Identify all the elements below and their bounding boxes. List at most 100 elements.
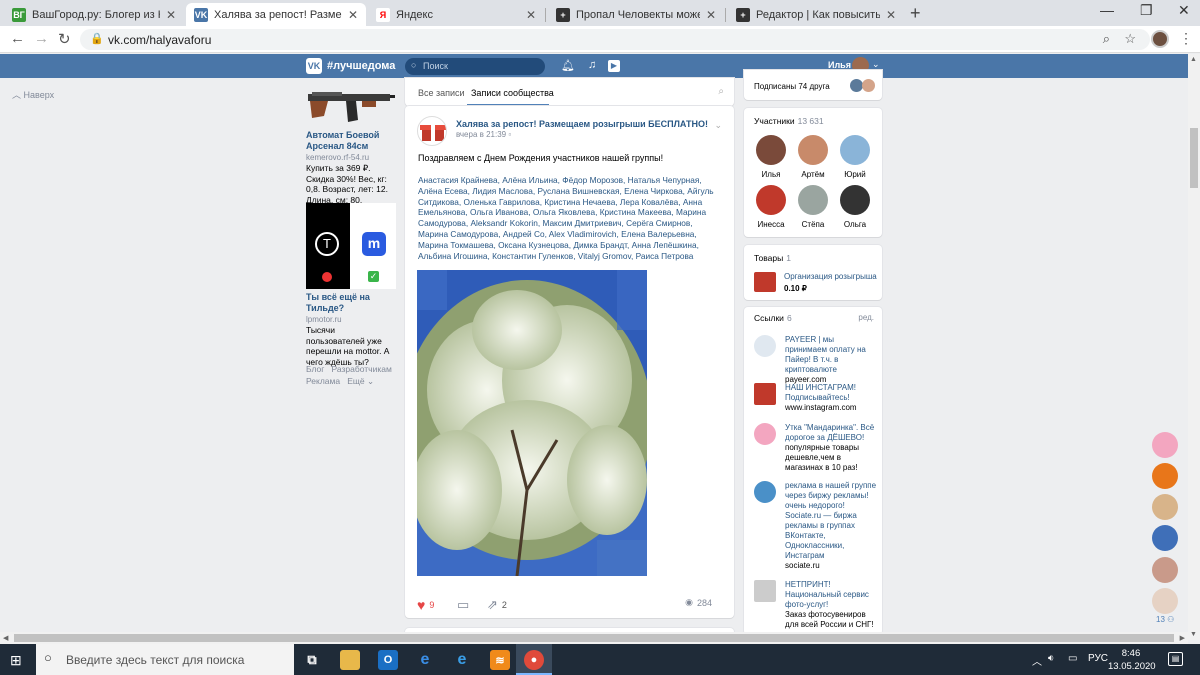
friends-subscribed-block[interactable]: Подписаны 74 друга (744, 70, 882, 100)
member-artem[interactable]: Артём (793, 135, 833, 179)
community-avatar[interactable] (417, 116, 447, 146)
browser-tab-redaktor[interactable]: + Редактор | Как повысить рейтин ✕ (728, 3, 904, 26)
file-explorer-icon[interactable] (340, 650, 360, 670)
network-icon[interactable]: ▭ (1068, 653, 1077, 664)
lock-icon[interactable]: 🔒 (90, 32, 104, 45)
rail-more[interactable]: 13 ⚇ (1156, 615, 1174, 624)
play-icon[interactable]: ▶ (608, 60, 620, 72)
like-button[interactable]: ♥ 9 (417, 597, 434, 613)
rail-contact-avatar[interactable] (1152, 557, 1178, 583)
browser-tab-vk-active[interactable]: VK Халява за репост! Размещаем р ✕ (186, 3, 366, 26)
links-header[interactable]: Ссылки 6 (754, 313, 792, 323)
birthday-names-list[interactable]: Анастасия Крайнева, Алёна Ильина, Фёдор … (418, 175, 723, 261)
footer-link-blog[interactable]: Блог (306, 364, 324, 374)
bookmark-star-icon[interactable]: ☆ (1124, 31, 1136, 47)
edge-icon[interactable]: e (415, 650, 435, 670)
taskbar-clock[interactable]: 8:46 13.05.2020 (1108, 647, 1156, 673)
scrollbar-thumb[interactable] (14, 634, 1174, 642)
music-note-icon[interactable]: ♫ (588, 59, 596, 71)
ad-title[interactable]: Ты всё ещё на Тильде? (306, 292, 396, 314)
ad-block-tilda[interactable]: T m ✓ Ты всё ещё на Тильде? lpmotor.ru Т… (306, 203, 396, 367)
close-tab-icon[interactable]: ✕ (526, 8, 536, 22)
new-tab-icon[interactable]: + (910, 3, 921, 24)
forward-arrow-icon[interactable]: → (34, 30, 49, 47)
tab-community-posts[interactable]: Записи сообщества (471, 88, 554, 98)
friends-label[interactable]: Подписаны 74 друга (754, 82, 830, 91)
reload-icon[interactable]: ↻ (58, 30, 71, 48)
chrome-icon[interactable]: ● (524, 650, 544, 670)
members-header[interactable]: Участники 13 631 (754, 116, 824, 126)
scroll-up-button[interactable]: ︿ Наверх (12, 88, 54, 101)
ad-block-rifle[interactable]: Автомат Боевой Арсенал 84см kemerovo.rf-… (306, 82, 396, 205)
link-payeer[interactable]: PAYEER | мы принимаем оплату на Пайер! В… (754, 335, 876, 384)
volume-icon[interactable]: 🔉︎ (1048, 653, 1054, 664)
rail-contact-avatar[interactable] (1152, 463, 1178, 489)
scroll-right-arrow-icon[interactable]: ▶ (1180, 634, 1185, 642)
browser-menu-icon[interactable]: ⋮ (1179, 30, 1193, 47)
windows-start-icon[interactable]: ⊞ (10, 652, 25, 668)
rail-contact-avatar[interactable] (1152, 432, 1178, 458)
tab-all-posts[interactable]: Все записи (418, 88, 465, 98)
yandex-app-icon[interactable]: ≋ (490, 650, 510, 670)
zoom-icon[interactable]: ⌕ (1103, 31, 1110, 47)
comment-button[interactable]: ▭ (457, 597, 469, 613)
footer-link-more[interactable]: Ещё (347, 376, 364, 386)
page-horizontal-scrollbar[interactable]: ◀ ▶ (0, 632, 1188, 644)
back-arrow-icon[interactable]: ← (10, 30, 25, 47)
scrollbar-thumb[interactable] (1190, 128, 1198, 188)
member-ilya[interactable]: Илья (751, 135, 791, 179)
chevron-down-icon[interactable]: ⌄ (872, 59, 880, 70)
internet-explorer-icon[interactable]: e (452, 650, 472, 670)
rifle-ad-image[interactable] (306, 82, 396, 127)
friend-avatar[interactable] (862, 79, 875, 92)
close-tab-icon[interactable]: ✕ (166, 8, 176, 22)
member-stepa[interactable]: Стёпа (793, 185, 833, 229)
browser-tab-vashgorod[interactable]: ВГ ВашГород.ру: Блогер из Кемеро ✕ (4, 3, 184, 26)
scroll-down-arrow-icon[interactable]: ▼ (1190, 631, 1197, 638)
page-vertical-scrollbar[interactable]: ▲ ▼ (1188, 54, 1200, 640)
goods-header[interactable]: Товары 1 (754, 253, 791, 263)
tray-expand-icon[interactable]: ︿ (1032, 653, 1042, 668)
link-netprint[interactable]: НЕТПРИНТ! Национальный сервис фото-услуг… (754, 580, 876, 630)
scroll-left-arrow-icon[interactable]: ◀ (3, 634, 8, 642)
task-view-icon[interactable]: ⧉ (302, 650, 322, 670)
link-instagram[interactable]: НАШ ИНСТАГРАМ! Подписывайтесь! www.instag… (754, 383, 876, 419)
ad-title[interactable]: Автомат Боевой Арсенал 84см (306, 130, 396, 152)
address-bar[interactable]: 🔒 vk.com/halyavaforu ⌕ ☆ (80, 29, 1150, 50)
rail-contact-avatar[interactable] (1152, 525, 1178, 551)
browser-profile-avatar[interactable] (1151, 30, 1169, 48)
vk-logo-icon[interactable]: VK (306, 58, 322, 74)
links-edit-button[interactable]: ред. (858, 313, 874, 322)
post-date-row[interactable]: вчера в 21:39 ▫ (456, 130, 511, 139)
restore-icon[interactable]: ❐ (1140, 2, 1153, 19)
user-name[interactable]: Илья (828, 60, 851, 70)
browser-tab-propal[interactable]: + Пропал Человекты можешь по ✕ (548, 3, 724, 26)
browser-tab-yandex[interactable]: Я Яндекс ✕ (368, 3, 544, 26)
notifications-bell-icon[interactable]: 🔔︎ (561, 59, 575, 72)
footer-link-developers[interactable]: Разработчикам (331, 364, 391, 374)
post-menu-chevron-icon[interactable]: ⌄ (714, 120, 722, 131)
vk-search-input[interactable]: ○ Поиск (405, 58, 545, 75)
post-author[interactable]: Халява за репост! Размещаем розыгрыши БЕ… (456, 119, 708, 129)
good-thumbnail[interactable] (754, 272, 776, 292)
close-tab-icon[interactable]: ✕ (886, 8, 896, 22)
member-inessa[interactable]: Инесса (751, 185, 791, 229)
share-button[interactable]: ⇗ 2 (487, 597, 507, 613)
good-name[interactable]: Организация розыгрыша (784, 272, 877, 281)
footer-link-ads[interactable]: Реклама (306, 376, 340, 386)
close-window-icon[interactable]: ✕ (1178, 2, 1190, 19)
vk-tagline[interactable]: #лучшедома (327, 60, 395, 72)
link-sociate[interactable]: реклама в нашей группе через биржу рекла… (754, 481, 876, 573)
taskbar-search-input[interactable]: ○ Введите здесь текст для поиска (36, 644, 294, 675)
post-date[interactable]: вчера в 21:39 (456, 130, 506, 139)
rail-contact-avatar[interactable] (1152, 494, 1178, 520)
link-mandarinka[interactable]: Утка "Мандаринка". Всё дорогое за ДЁШЕВО… (754, 423, 876, 475)
close-tab-icon[interactable]: ✕ (348, 8, 358, 22)
member-olga[interactable]: Ольга (835, 185, 875, 229)
scroll-up-arrow-icon[interactable]: ▲ (1190, 56, 1197, 63)
outlook-icon[interactable]: O (378, 650, 398, 670)
close-tab-icon[interactable]: ✕ (706, 8, 716, 22)
search-icon[interactable]: ⌕ (718, 86, 724, 97)
member-yuri[interactable]: Юрий (835, 135, 875, 179)
notification-center-icon[interactable]: ▤ (1168, 652, 1183, 666)
